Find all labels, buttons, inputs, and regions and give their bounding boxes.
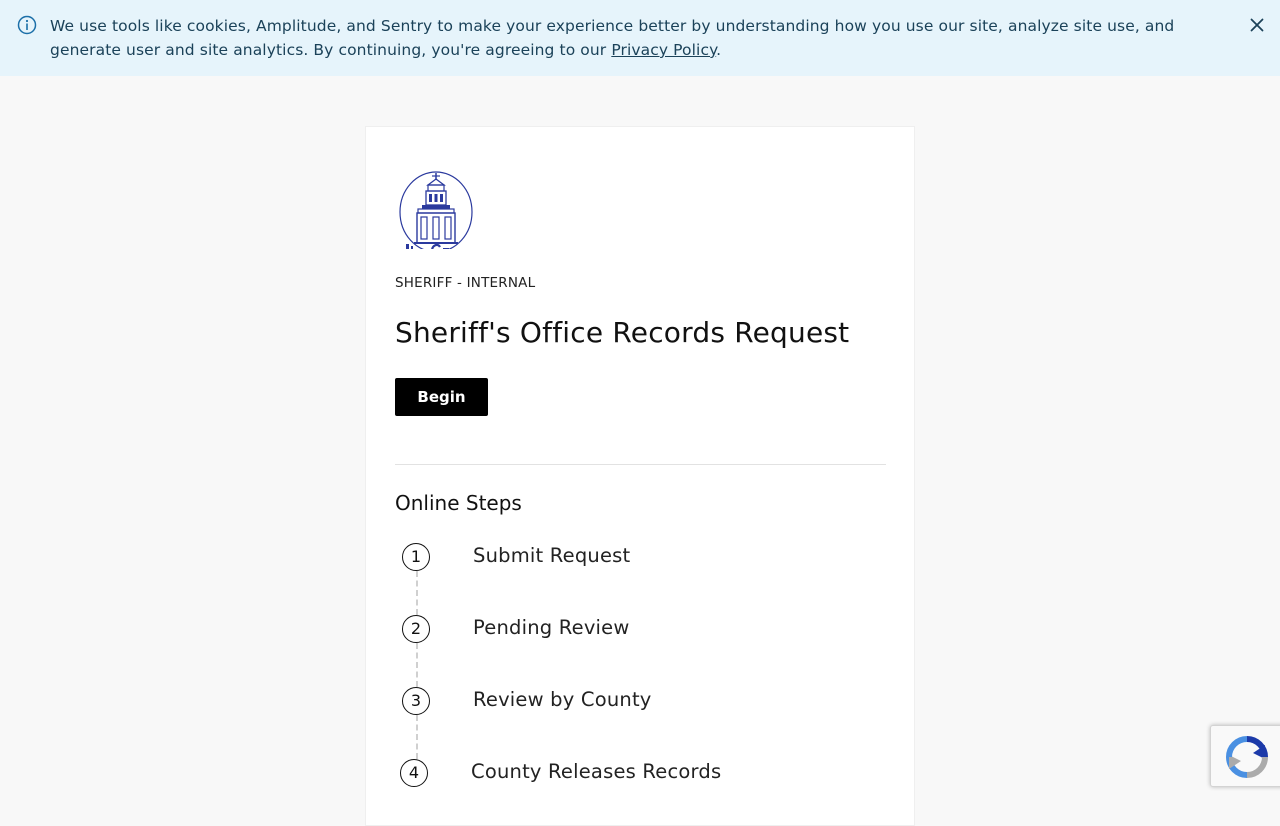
step-connector bbox=[416, 643, 418, 687]
section-divider bbox=[395, 464, 886, 465]
step-label: Review by County bbox=[473, 688, 652, 711]
step-connector bbox=[416, 571, 418, 615]
recaptcha-icon bbox=[1226, 736, 1268, 778]
county-seal-logo bbox=[398, 171, 476, 253]
step-number-badge: 2 bbox=[402, 615, 430, 643]
close-icon[interactable] bbox=[1247, 15, 1267, 35]
step-label: County Releases Records bbox=[471, 760, 722, 783]
cookie-banner-message: We use tools like cookies, Amplitude, an… bbox=[50, 14, 1220, 62]
page-title: Sheriff's Office Records Request bbox=[395, 316, 850, 349]
step-number-badge: 1 bbox=[402, 543, 430, 571]
step-number-badge: 4 bbox=[400, 759, 428, 787]
step-connector bbox=[416, 715, 418, 759]
steps-heading: Online Steps bbox=[395, 491, 522, 515]
privacy-policy-link[interactable]: Privacy Policy bbox=[611, 41, 716, 59]
recaptcha-badge[interactable] bbox=[1210, 725, 1280, 787]
department-label: SHERIFF - INTERNAL bbox=[395, 275, 536, 291]
info-icon bbox=[17, 15, 37, 35]
step-label: Pending Review bbox=[473, 616, 630, 639]
cookie-banner: We use tools like cookies, Amplitude, an… bbox=[0, 0, 1280, 76]
begin-button[interactable]: Begin bbox=[395, 378, 488, 416]
cookie-banner-text-end: . bbox=[716, 41, 722, 59]
step-number-badge: 3 bbox=[402, 687, 430, 715]
request-card: SHERIFF - INTERNAL Sheriff's Office Reco… bbox=[365, 126, 915, 826]
step-label: Submit Request bbox=[473, 544, 631, 567]
